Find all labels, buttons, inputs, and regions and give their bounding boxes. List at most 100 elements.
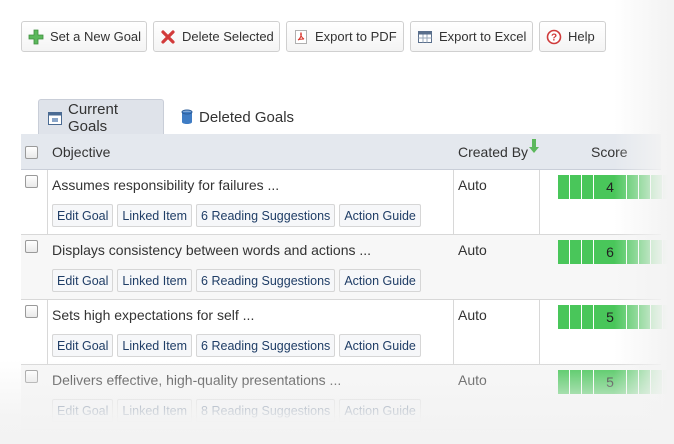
- row-actions: Edit Goal Linked Item 8 Reading Suggestion…: [52, 399, 421, 422]
- row-actions: Edit Goal Linked Item 6 Reading Suggestion…: [52, 204, 421, 227]
- score-segment: [558, 305, 570, 329]
- column-header-created-by[interactable]: Created By: [458, 134, 540, 170]
- table-row: Displays consistency between words and a…: [21, 235, 674, 300]
- action-guide-button[interactable]: Action Guide: [339, 399, 421, 422]
- edit-goal-button[interactable]: Edit Goal: [52, 269, 114, 292]
- action-guide-button[interactable]: Action Guide: [339, 204, 421, 227]
- created-by-text: Auto: [458, 177, 487, 193]
- export-pdf-button[interactable]: Export to PDF: [286, 21, 404, 52]
- score-segment: [651, 305, 663, 329]
- sort-arrow-icon: [529, 138, 540, 156]
- edit-goal-button[interactable]: Edit Goal: [52, 334, 114, 357]
- created-by-text: Auto: [458, 242, 487, 258]
- score-segment: [570, 305, 582, 329]
- score-bar: 5: [558, 370, 674, 394]
- table-body: Assumes responsibility for failures ... E…: [21, 170, 674, 430]
- score-segment: [570, 240, 582, 264]
- created-by-label: Created By: [458, 144, 529, 160]
- column-header-score[interactable]: Score: [591, 134, 628, 170]
- created-by-text: Auto: [458, 307, 487, 323]
- score-segment: [639, 175, 651, 199]
- objective-text: Sets high expectations for self ...: [52, 307, 255, 323]
- score-bar: 5: [558, 305, 674, 329]
- goals-panel: Set a New Goal Delete Selected Export to…: [0, 0, 674, 444]
- row-actions: Edit Goal Linked Item 6 Reading Suggestion…: [52, 334, 421, 357]
- row-checkbox[interactable]: [25, 305, 38, 318]
- tab-deleted-goals[interactable]: Deleted Goals: [172, 99, 302, 135]
- linked-item-button[interactable]: Linked Item: [117, 204, 193, 227]
- score-value: 4: [594, 175, 627, 199]
- linked-item-button[interactable]: Linked Item: [117, 399, 193, 422]
- svg-text:?: ?: [551, 32, 557, 43]
- row-checkbox-cell: [25, 305, 38, 321]
- help-icon: ?: [546, 29, 562, 45]
- score-segment: [582, 175, 594, 199]
- help-button[interactable]: ? Help: [539, 21, 606, 52]
- reading-suggestions-button[interactable]: 8 Reading Suggestions: [196, 399, 336, 422]
- score-segment: [627, 175, 639, 199]
- set-new-goal-label: Set a New Goal: [50, 29, 142, 44]
- score-segment: [582, 370, 594, 394]
- score-value: 5: [594, 305, 627, 329]
- goals-table: Objective Created By Score Assumes respo…: [21, 134, 674, 430]
- score-segment: [570, 175, 582, 199]
- linked-item-button[interactable]: Linked Item: [117, 334, 193, 357]
- tab-deleted-goals-label: Deleted Goals: [199, 108, 295, 126]
- row-checkbox-cell: [25, 370, 38, 386]
- row-checkbox[interactable]: [25, 175, 38, 188]
- goal-tabs: Current Goals Deleted Goals: [38, 99, 302, 135]
- objective-text: Displays consistency between words and a…: [52, 242, 372, 258]
- score-segment: [570, 370, 582, 394]
- export-pdf-label: Export to PDF: [315, 29, 397, 44]
- score-segment: [582, 305, 594, 329]
- column-header-objective[interactable]: Objective: [52, 134, 110, 170]
- row-checkbox-cell: [25, 240, 38, 256]
- score-segment: [639, 305, 651, 329]
- reading-suggestions-button[interactable]: 6 Reading Suggestions: [196, 204, 336, 227]
- row-checkbox[interactable]: [25, 370, 38, 383]
- score-segment: [651, 370, 663, 394]
- score-value: 5: [594, 370, 627, 394]
- plus-icon: [28, 29, 44, 45]
- select-all-checkbox[interactable]: [25, 145, 38, 159]
- spreadsheet-icon: [417, 29, 433, 45]
- help-label: Help: [568, 29, 595, 44]
- score-segment: [663, 370, 674, 394]
- reading-suggestions-button[interactable]: 6 Reading Suggestions: [196, 269, 336, 292]
- action-guide-button[interactable]: Action Guide: [339, 269, 421, 292]
- set-new-goal-button[interactable]: Set a New Goal: [21, 21, 147, 52]
- row-checkbox[interactable]: [25, 240, 38, 253]
- select-all-checkbox-cell: [25, 134, 38, 170]
- table-header: Objective Created By Score: [21, 134, 661, 170]
- edit-goal-button[interactable]: Edit Goal: [52, 399, 114, 422]
- delete-selected-label: Delete Selected: [182, 29, 274, 44]
- objective-text: Delivers effective, high-quality present…: [52, 372, 342, 388]
- score-segment: [663, 175, 674, 199]
- score-bar: 6: [558, 240, 674, 264]
- calendar-icon: [47, 110, 63, 126]
- score-segment: [663, 240, 674, 264]
- linked-item-button[interactable]: Linked Item: [117, 269, 193, 292]
- score-value: 6: [594, 240, 627, 264]
- export-excel-label: Export to Excel: [439, 29, 527, 44]
- edit-goal-button[interactable]: Edit Goal: [52, 204, 114, 227]
- score-segment: [639, 370, 651, 394]
- reading-suggestions-button[interactable]: 6 Reading Suggestions: [196, 334, 336, 357]
- objective-text: Assumes responsibility for failures ...: [52, 177, 280, 193]
- score-segment: [582, 240, 594, 264]
- row-actions: Edit Goal Linked Item 6 Reading Suggestion…: [52, 269, 421, 292]
- table-row: Assumes responsibility for failures ... E…: [21, 170, 674, 235]
- score-segment: [639, 240, 651, 264]
- score-bar: 4: [558, 175, 674, 199]
- score-segment: [651, 175, 663, 199]
- pdf-icon: [293, 29, 309, 45]
- export-excel-button[interactable]: Export to Excel: [410, 21, 533, 52]
- tab-current-goals[interactable]: Current Goals: [38, 99, 164, 135]
- trash-can-icon: [180, 109, 194, 125]
- delete-selected-button[interactable]: Delete Selected: [153, 21, 280, 52]
- score-segment: [558, 175, 570, 199]
- score-segment: [627, 240, 639, 264]
- score-segment: [627, 305, 639, 329]
- score-segment: [558, 370, 570, 394]
- action-guide-button[interactable]: Action Guide: [339, 334, 421, 357]
